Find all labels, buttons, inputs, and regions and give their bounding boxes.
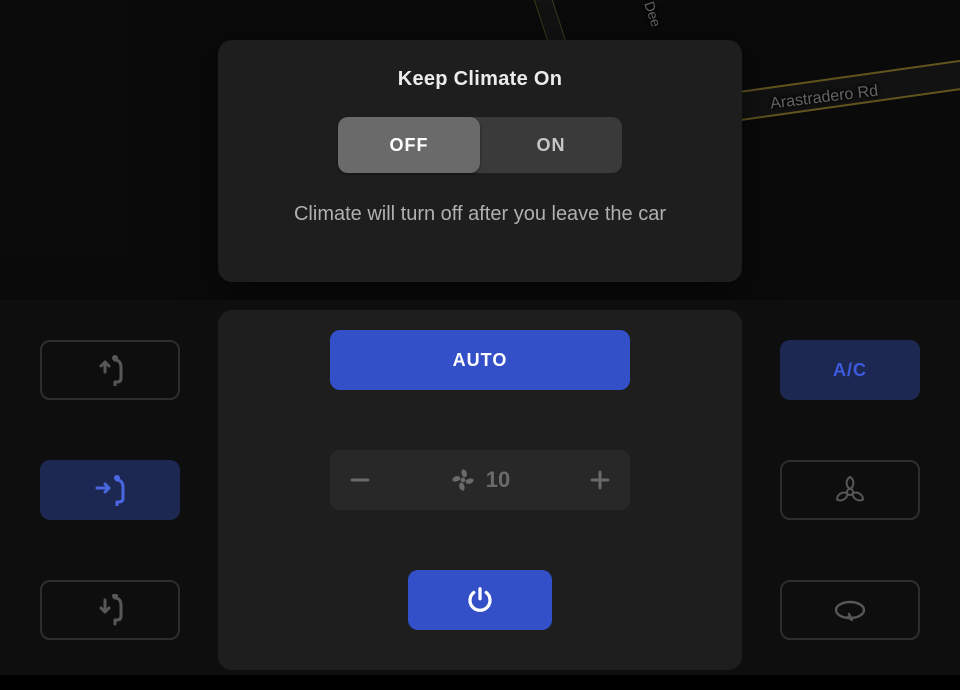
climate-power-button[interactable] — [408, 570, 552, 630]
power-icon — [465, 585, 495, 615]
modal-title: Keep Climate On — [398, 68, 563, 91]
recirculate-icon — [830, 597, 870, 623]
biohazard-icon — [832, 472, 868, 508]
keep-climate-toggle: OFF ON — [338, 117, 622, 173]
auto-button[interactable]: AUTO — [330, 330, 630, 390]
bioweapon-defense-button[interactable] — [780, 460, 920, 520]
ac-button[interactable]: A/C — [780, 340, 920, 400]
climate-panel: AUTO 10 — [0, 300, 960, 675]
modal-description: Climate will turn off after you leave th… — [294, 203, 666, 226]
plus-icon[interactable] — [588, 468, 612, 492]
fan-speed-control: 10 — [330, 450, 630, 510]
fan-speed-value: 10 — [486, 467, 510, 493]
fan-speed-display: 10 — [450, 467, 510, 493]
fan-icon — [450, 467, 476, 493]
keep-climate-off-button[interactable]: OFF — [338, 117, 480, 173]
minus-icon[interactable] — [348, 468, 372, 492]
keep-climate-modal: Keep Climate On OFF ON Climate will turn… — [218, 40, 742, 282]
recirculate-button[interactable] — [780, 580, 920, 640]
airflow-face-button[interactable] — [40, 460, 180, 520]
keep-climate-on-button[interactable]: ON — [480, 117, 622, 173]
airflow-face-icon — [87, 474, 133, 506]
footer-bar — [0, 675, 960, 690]
airflow-up-icon — [87, 354, 133, 386]
airflow-feet-button[interactable] — [40, 580, 180, 640]
airflow-feet-icon — [87, 594, 133, 626]
airflow-face-up-button[interactable] — [40, 340, 180, 400]
